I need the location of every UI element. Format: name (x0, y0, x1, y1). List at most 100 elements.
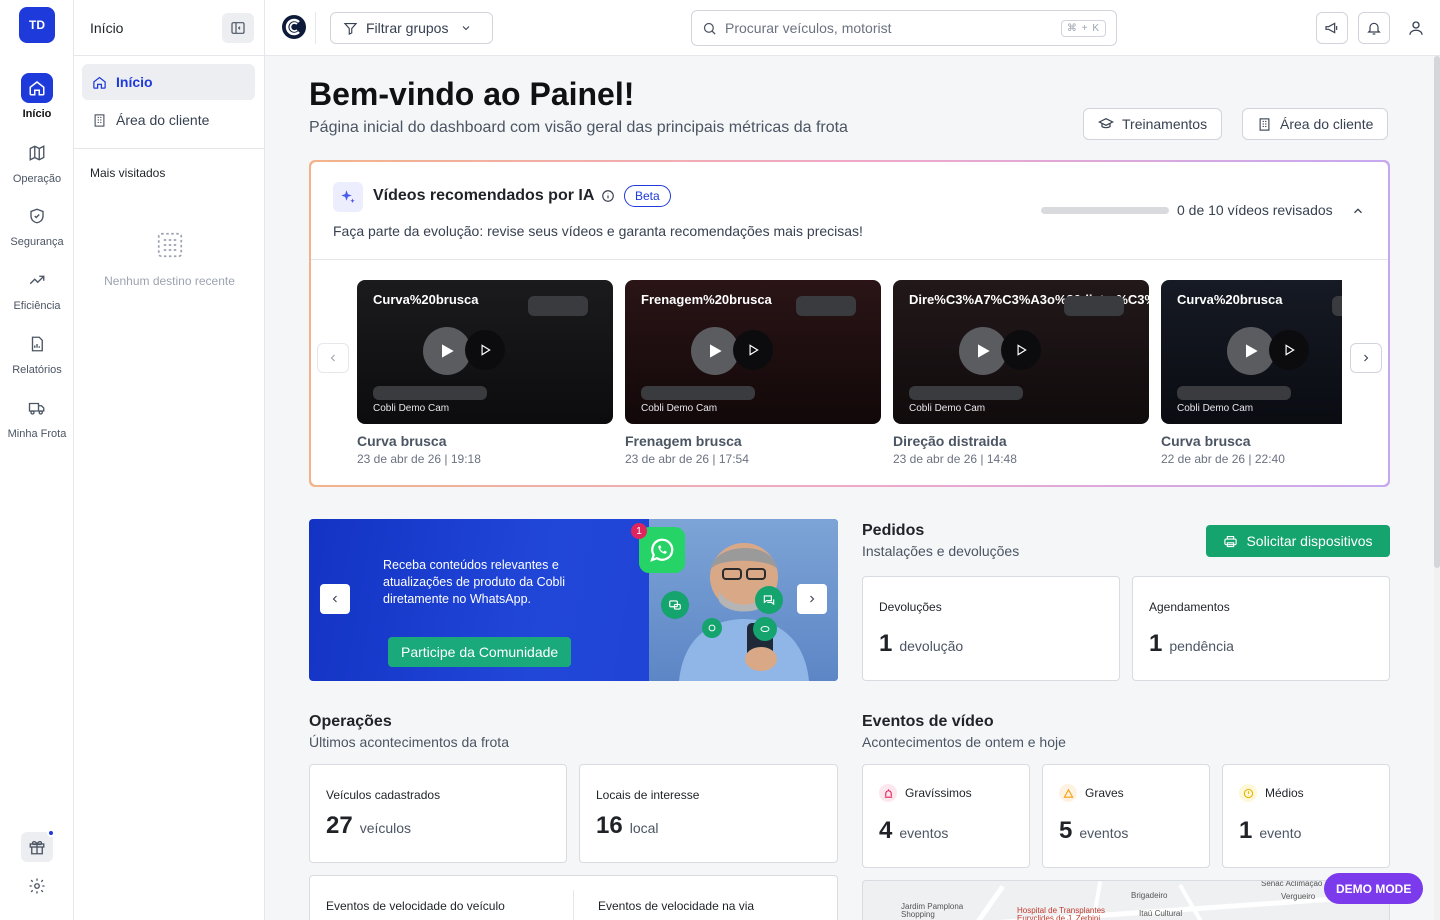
points-of-interest-card[interactable]: Locais de interesse 16 local (579, 764, 838, 863)
search-input[interactable] (725, 20, 1053, 36)
rail-item-operacao[interactable]: Operação (0, 138, 74, 185)
rail-item-seguranca[interactable]: Segurança (0, 201, 74, 248)
rail-item-inicio[interactable]: Início (0, 73, 74, 120)
operations-title: Operações (309, 713, 392, 730)
rail-item-relatorios[interactable]: Relatórios (0, 329, 74, 376)
card-value: 4 (879, 817, 893, 844)
medium-events-card[interactable]: Médios 1 evento (1222, 764, 1390, 868)
video-events-subtitle: Acontecimentos de ontem e hoje (862, 734, 1066, 750)
request-devices-button[interactable]: Solicitar dispositivos (1206, 525, 1390, 557)
rail-label: Minha Frota (7, 428, 67, 440)
video-thumbnail[interactable]: Frenagem%20brusca Cobli Demo Cam (625, 280, 881, 424)
empty-recent-state: Nenhum destino recente (74, 230, 265, 288)
client-area-button[interactable]: Área do cliente (1242, 108, 1389, 140)
rail-label: Operação (12, 173, 62, 185)
chat-icon (702, 618, 722, 638)
rail-item-eficiencia[interactable]: Eficiência (0, 265, 74, 312)
video-card[interactable]: Dire%C3%A7%C3%A3o%20distra%C3%A Cobli De… (893, 280, 1149, 466)
collapse-sidebar-button[interactable] (222, 12, 254, 43)
secondary-sidebar-header: Início (74, 0, 264, 56)
banner-prev-button[interactable] (320, 584, 350, 614)
video-thumbnail[interactable]: Dire%C3%A7%C3%A3o%20distra%C3%A Cobli De… (893, 280, 1149, 424)
play-outline-icon[interactable] (733, 330, 773, 370)
account-avatar[interactable]: TD (19, 7, 55, 43)
filter-groups-button[interactable]: Filtrar grupos (330, 12, 493, 44)
play-icon[interactable] (691, 327, 739, 375)
sidebar-collapse-icon (230, 20, 246, 36)
play-icon[interactable] (959, 327, 1007, 375)
review-progress-bar (1041, 207, 1169, 214)
play-outline-icon[interactable] (1001, 330, 1041, 370)
orders-subtitle: Instalações e devoluções (862, 543, 1020, 559)
settings-button[interactable] (21, 871, 53, 901)
serious-events-card[interactable]: Graves 5 eventos (1042, 764, 1210, 868)
map-label: Itaú Cultural (1139, 909, 1183, 918)
truck-icon (21, 393, 53, 423)
camera-name: Cobli Demo Cam (641, 403, 718, 414)
critical-events-card[interactable]: Gravíssimos 4 eventos (862, 764, 1030, 868)
camera-name: Cobli Demo Cam (909, 403, 986, 414)
trainings-button[interactable]: Treinamentos (1083, 108, 1223, 140)
chevron-up-icon[interactable] (1351, 204, 1365, 218)
video-date: 23 de abr de 26 | 14:48 (893, 452, 1017, 466)
divider (74, 148, 265, 149)
registered-vehicles-card[interactable]: Veículos cadastrados 27 veículos (309, 764, 567, 863)
card-value: 1 (1149, 630, 1163, 657)
returns-card[interactable]: Devoluções 1 devolução (862, 576, 1120, 681)
play-icon[interactable] (423, 327, 471, 375)
rail-item-minha-frota[interactable]: Minha Frota (0, 393, 74, 440)
events-map[interactable]: Senac Aclimação Brigadeiro Vergueiro Jar… (862, 880, 1390, 920)
card-label: Graves (1085, 786, 1124, 800)
page-title: Bem-vindo ao Painel! (309, 76, 635, 112)
video-thumbnail[interactable]: Curva%20brusca Cobli Demo Cam (357, 280, 613, 424)
appointments-card[interactable]: Agendamentos 1 pendência (1132, 576, 1390, 681)
report-icon (21, 329, 53, 359)
play-outline-icon[interactable] (1269, 330, 1309, 370)
carousel-prev-button[interactable] (317, 343, 349, 373)
recommended-title: Vídeos recomendados por IA (373, 187, 595, 204)
video-card[interactable]: Curva%20brusca Cobli Demo Cam Curva brus… (357, 280, 613, 466)
info-icon[interactable] (601, 189, 615, 203)
user-icon (1407, 19, 1425, 37)
siren-icon (879, 784, 897, 802)
top-bar: Filtrar grupos ⌘ + K (265, 0, 1440, 56)
card-unit: local (629, 820, 659, 836)
map-icon (21, 138, 53, 168)
join-community-button[interactable]: Participe da Comunidade (388, 637, 572, 667)
main-scrollbar[interactable] (1434, 56, 1440, 920)
camera-name: Cobli Demo Cam (373, 403, 450, 414)
play-outline-icon[interactable] (465, 330, 505, 370)
video-date: 23 de abr de 26 | 19:18 (357, 452, 481, 466)
most-visited-title: Mais visitados (90, 166, 166, 180)
card-value: 27 (326, 812, 353, 839)
map-label: Hospital de Transplantes Euryclides de J… (1017, 906, 1106, 920)
subnav-label: Início (116, 74, 153, 90)
sparkle-icon (333, 182, 363, 212)
notifications-button[interactable] (1358, 12, 1390, 44)
video-event-name: Frenagem brusca (625, 433, 742, 449)
alert-circle-icon (1239, 784, 1257, 802)
card-unit: pendência (1169, 638, 1234, 654)
gift-button[interactable] (21, 829, 55, 862)
announcements-button[interactable] (1316, 12, 1348, 44)
banner-next-button[interactable] (797, 584, 827, 614)
carousel-next-button[interactable] (1350, 343, 1382, 373)
subnav-item-inicio[interactable]: Início (82, 64, 255, 100)
demo-mode-badge[interactable]: DEMO MODE (1324, 873, 1424, 904)
video-card[interactable]: Curva%20brusca Cobli Demo Cam Curva brus… (1161, 280, 1342, 466)
road-speed-events-label: Eventos de velocidade na via (598, 899, 755, 913)
thumbnail-title: Curva%20brusca (373, 292, 479, 307)
user-profile-button[interactable] (1400, 12, 1432, 44)
subnav-item-area-do-cliente[interactable]: Área do cliente (82, 102, 255, 138)
empty-list-icon (155, 230, 185, 260)
video-thumbnail[interactable]: Curva%20brusca Cobli Demo Cam (1161, 280, 1342, 424)
play-icon[interactable] (1227, 327, 1275, 375)
rail-label: Eficiência (13, 300, 61, 312)
card-unit: veículos (359, 820, 412, 836)
cobli-logo[interactable] (281, 14, 307, 40)
speed-events-card[interactable]: Eventos de velocidade do veículo Eventos… (309, 875, 838, 920)
card-unit: eventos (1079, 825, 1129, 841)
video-card[interactable]: Frenagem%20brusca Cobli Demo Cam Frenage… (625, 280, 881, 466)
beta-badge: Beta (624, 185, 671, 207)
card-value: 1 (879, 630, 893, 657)
